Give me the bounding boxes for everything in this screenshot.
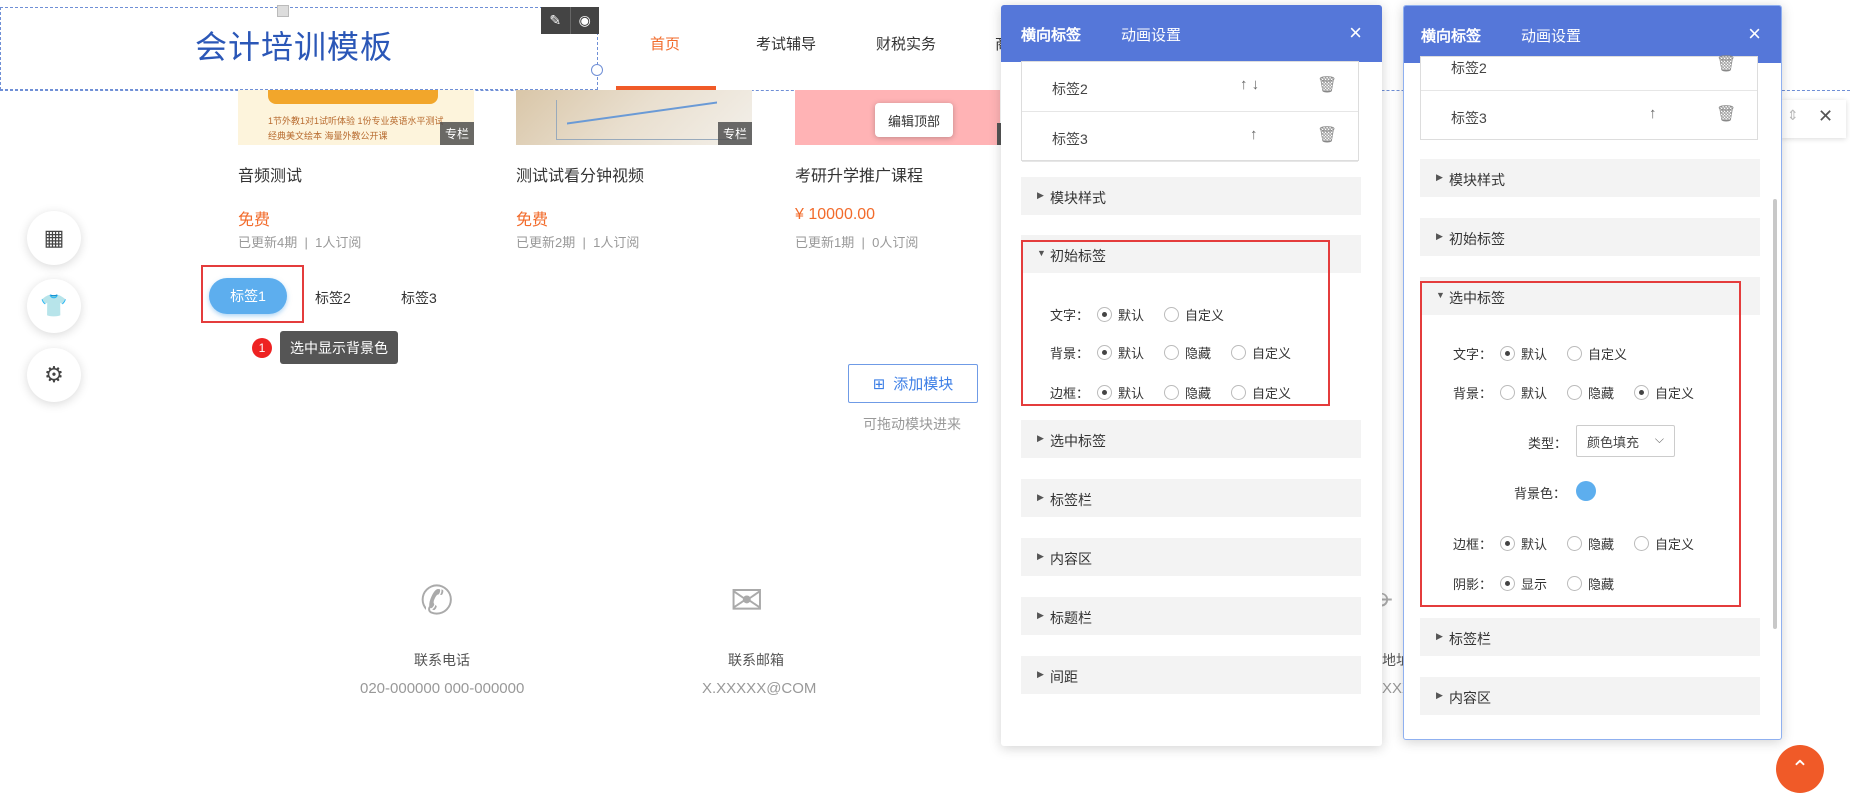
list-item[interactable]: 标签3 ↑ 🗑 [1022,112,1358,162]
course-price-1: 免费 [238,212,271,229]
section-initial-tab[interactable]: ▶ 初始标签 [1420,218,1760,256]
list-item[interactable]: 标签2 🗑 [1421,41,1757,91]
course-title-2[interactable]: 测试试看分钟视频 [516,162,644,186]
tab-list: 标签2 🗑 标签3 ↑ 🗑 [1420,56,1758,140]
section-selected-tab[interactable]: ▶ 选中标签 [1021,420,1361,458]
caret-right-icon: ▶ [1037,551,1044,561]
column-tag: 专栏 [717,122,752,145]
annotation-badge: 1 [252,338,272,358]
caret-right-icon: ▶ [1037,190,1044,200]
trash-icon[interactable]: 🗑 [1716,104,1736,124]
caret-right-icon: ▶ [1037,669,1044,679]
add-module-label: 添加模块 [893,376,954,393]
list-item[interactable]: 标签3 ↑ 🗑 [1421,91,1757,141]
nav-tax[interactable]: 财税实务 [876,33,936,54]
section-spacing[interactable]: ▶ 间距 [1021,656,1361,694]
theme-shirt-icon[interactable]: 👕 [27,279,81,333]
course-meta-3: 已更新1期 | 0人订阅 [795,235,919,250]
section-module-style[interactable]: ▶ 模块样式 [1420,159,1760,197]
tab-2[interactable]: 标签2 [315,288,351,308]
mail-icon: ✉ [730,579,764,623]
site-title: 会计培训模板 [195,29,394,65]
caret-right-icon: ▶ [1037,610,1044,620]
section-module-style[interactable]: ▶ 模块样式 [1021,177,1361,215]
promo-text: 1节外教1对1试听体验 1份专业英语水平测试 经典美文绘本 海量外教公开课 [268,116,444,141]
caret-right-icon: ▶ [1436,231,1443,241]
nav-exam[interactable]: 考试辅导 [756,33,816,54]
close-icon[interactable]: ✕ [1818,106,1833,127]
section-tab-bar[interactable]: ▶ 标签栏 [1420,618,1760,656]
resize-handle[interactable] [591,64,603,76]
caret-right-icon: ▶ [1037,492,1044,502]
move-up-icon[interactable]: ↑ [1250,126,1258,143]
nav-home[interactable]: 首页 [650,33,680,54]
section-title-bar[interactable]: ▶ 标题栏 [1021,597,1361,635]
eye-icon[interactable]: ◉ [569,7,600,34]
course-meta-1: 已更新4期 | 1人订阅 [238,235,362,250]
course-price-3: ¥ 10000.00 [795,206,876,223]
add-module-button[interactable]: ⊞ 添加模块 [848,364,978,403]
course-meta-2: 已更新2期 | 1人订阅 [516,235,640,250]
highlight-box [1420,281,1741,607]
course-price-2: 免费 [516,212,549,229]
header-toolbar: ✎ ◉ [541,7,599,34]
edit-icon[interactable]: ✎ [541,7,570,34]
sort-arrows-icon[interactable]: ⇕ [1787,107,1799,124]
tab-1-selected[interactable]: 标签1 [209,278,287,314]
footer-mail-value: X.XXXXX@COM [702,680,817,697]
course-image-1[interactable]: 1节外教1对1试听体验 1份专业英语水平测试 经典美文绘本 海量外教公开课 专栏 [238,90,474,145]
caret-right-icon: ▶ [1037,433,1044,443]
course-title-1[interactable]: 音频测试 [238,162,302,186]
tab-horizontal-tabs[interactable]: 横向标签 [1021,24,1081,45]
modules-grid-icon[interactable]: ▦ [27,211,81,265]
trash-icon[interactable]: 🗑 [1317,125,1337,145]
promo-banner [268,90,438,104]
chart-illustration [556,100,736,140]
footer-phone-label: 联系电话 [414,652,470,668]
footer-mail-label: 联系邮箱 [728,652,784,668]
trash-icon[interactable]: 🗑 [1317,75,1337,95]
back-to-top-icon[interactable]: ⌃ [1776,745,1824,793]
course-image-2[interactable]: 专栏 [516,90,752,145]
caret-right-icon: ▶ [1436,631,1443,641]
caret-right-icon: ▶ [1436,690,1443,700]
move-up-icon[interactable]: ↑ [1649,105,1657,122]
settings-panel-initial: 横向标签 动画设置 × 标签2 ↑ ↓ 🗑 标签3 ↑ 🗑 ▶ 模块样式 ▼ 初始标… [1001,5,1382,746]
section-content-area[interactable]: ▶ 内容区 [1021,538,1361,576]
section-content-area[interactable]: ▶ 内容区 [1420,677,1760,715]
edit-top-button[interactable]: 编辑顶部 [875,103,953,137]
section-tab-bar[interactable]: ▶ 标签栏 [1021,479,1361,517]
list-item[interactable]: 标签2 ↑ ↓ 🗑 [1022,62,1358,112]
footer-phone-value: 020-000000 000-000000 [360,680,525,697]
phone-icon: ✆ [420,579,454,623]
settings-panel-selected: 横向标签 动画设置 × 标签2 🗑 标签3 ↑ 🗑 ▶ 模块样式 ▶ 初始标签 ▼ 选… [1403,5,1782,740]
add-module-icon: ⊞ [872,375,886,393]
panel-header: 横向标签 动画设置 × [1001,5,1382,62]
move-arrows-icon[interactable]: ↑ ↓ [1240,76,1259,93]
tab-list: 标签2 ↑ ↓ 🗑 标签3 ↑ 🗑 [1021,61,1359,162]
page: 会计培训模板 ✎ ◉ 首页 考试辅导 财税实务 商 1节外教1对1试听体验 1份… [0,0,1850,796]
add-module-hint: 可拖动模块进来 [863,416,961,432]
drag-handle[interactable] [277,5,289,17]
highlight-box [1021,240,1330,406]
annotation-tooltip: 选中显示背景色 [280,331,398,364]
caret-right-icon: ▶ [1436,172,1443,182]
tab-animation[interactable]: 动画设置 [1121,24,1181,45]
trash-icon[interactable]: 🗑 [1716,54,1736,74]
settings-gear-icon[interactable]: ⚙ [27,348,81,402]
tab-3[interactable]: 标签3 [401,288,437,308]
panel-scrollbar[interactable] [1773,199,1777,629]
column-tag: 专栏 [439,122,474,145]
module-close-bar: ⇕ ✕ [1781,100,1846,138]
close-icon[interactable]: × [1349,20,1362,46]
course-title-3[interactable]: 考研升学推广课程 [795,162,923,186]
